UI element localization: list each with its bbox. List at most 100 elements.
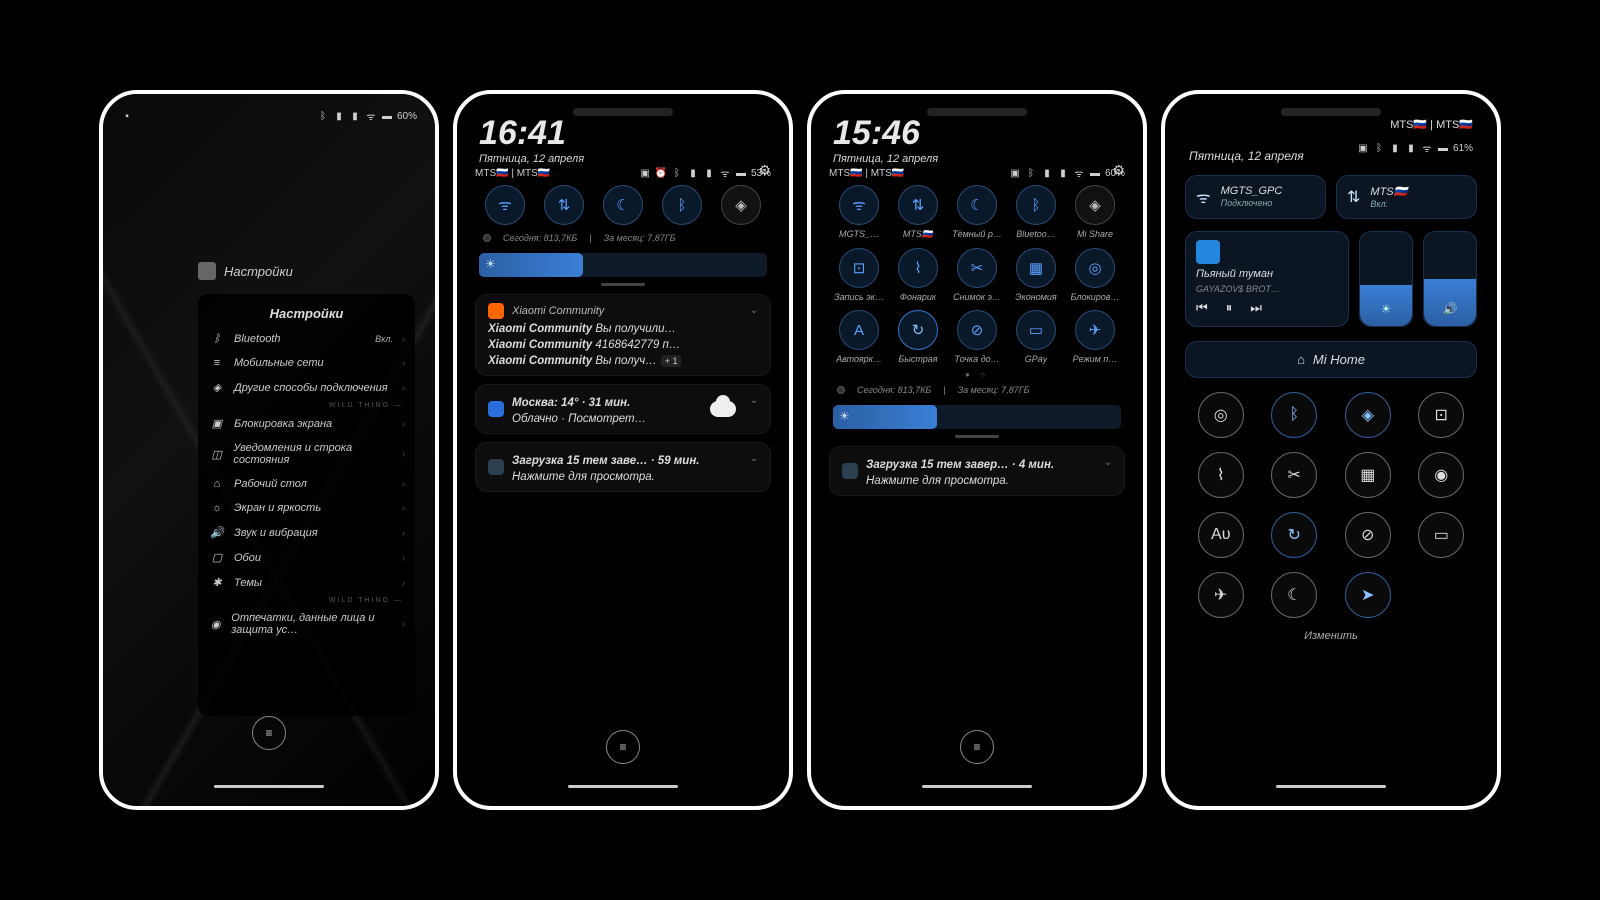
cc-toggle[interactable]: ᛒ (1271, 392, 1317, 438)
clear-all-button[interactable]: ≡ (960, 730, 994, 764)
volume-slider[interactable]: 🔊 (1423, 231, 1477, 327)
qs-toggle[interactable]: ⇅MTS🇷🇺 (890, 185, 946, 240)
row-icon: ≡ (210, 357, 224, 369)
gesture-bar[interactable] (214, 785, 324, 788)
chevron-down-icon[interactable]: ⌄ (750, 453, 758, 464)
cc-toggle[interactable]: ▦ (1345, 452, 1391, 498)
settings-row[interactable]: ✱Темы› (198, 570, 415, 595)
edit-button[interactable]: Изменить (1173, 624, 1489, 642)
qs-toggle[interactable]: ⌇Фонарик (890, 248, 946, 302)
gear-icon[interactable]: ⚙ (758, 162, 771, 179)
notification[interactable]: ⌄Xiaomi CommunityXiaomi Community Вы пол… (475, 294, 771, 376)
notification-themes[interactable]: Загрузка 15 тем завер… · 4 мин. Нажмите … (829, 446, 1125, 496)
cc-toggle[interactable]: ◉ (1418, 452, 1464, 498)
cc-toggle[interactable]: ☾ (1271, 572, 1317, 618)
media-tile[interactable]: Пьяный туман GAYAZOV$ BROT… ⏮ ⏸ ⏭ (1185, 231, 1349, 327)
bt-icon: ᛒ (317, 110, 329, 122)
cc-toggle[interactable]: ⌇ (1198, 452, 1244, 498)
pause-icon[interactable]: ⏸ (1226, 300, 1233, 316)
cc-toggle[interactable]: ⊘ (1345, 512, 1391, 558)
qs-toggle[interactable]: ⊘Точка до… (949, 310, 1005, 364)
settings-row[interactable]: ≡Мобильные сети› (198, 351, 415, 375)
settings-row[interactable]: ☼Экран и яркость› (198, 496, 415, 520)
toggle-icon: ✂ (957, 248, 997, 288)
carrier-label: MTS🇷🇺 | MTS🇷🇺 (475, 168, 550, 179)
signal-icon: ▮ (349, 110, 361, 122)
signal-icon: ▮ (1405, 142, 1417, 154)
gesture-bar[interactable] (1276, 785, 1386, 788)
cc-toggle[interactable]: ⊡ (1418, 392, 1464, 438)
cc-toggle[interactable]: ◈ (1345, 392, 1391, 438)
settings-row[interactable]: ◉Отпечатки, данные лица и защита ус…› (198, 606, 415, 642)
cc-toggle[interactable]: ◎ (1198, 392, 1244, 438)
phone-shade-collapsed: 16:41 Пятница, 12 апреля ⚙ MTS🇷🇺 | MTS🇷🇺… (453, 90, 793, 810)
qs-toggle[interactable]: ↻Быстрая (890, 310, 946, 364)
qs-toggle[interactable]: ▦Экономия (1008, 248, 1064, 302)
app-icon (488, 401, 504, 417)
row-icon: ◈ (210, 381, 224, 394)
notification[interactable]: ⌄Москва: 14° · 31 мин.Облачно · Посмотре… (475, 384, 771, 434)
row-icon: ▣ (210, 417, 224, 430)
recents-card[interactable]: Настройки ᛒBluetoothВкл.›≡Мобильные сети… (198, 294, 415, 716)
cc-toggle[interactable]: ✂ (1271, 452, 1317, 498)
qs-toggle[interactable]: ☾Тёмный р… (949, 185, 1005, 240)
qs-toggle[interactable]: ▭GPay (1008, 310, 1064, 364)
qs-toggle[interactable]: ⊡Запись эк… (831, 248, 887, 302)
gesture-bar[interactable] (568, 785, 678, 788)
gear-icon[interactable]: ⚙ (1112, 162, 1125, 179)
clear-recents-button[interactable]: ≡ (252, 716, 286, 750)
cc-toggle[interactable]: ✈ (1198, 572, 1244, 618)
qs-toggle[interactable]: AАвтоярк… (831, 310, 887, 364)
page-dots: ● ○ (819, 368, 1135, 381)
settings-row[interactable]: ▣Блокировка экрана› (198, 411, 415, 436)
toggle-icon: ◈ (721, 185, 761, 225)
qs-toggle[interactable]: ᯤ (477, 185, 533, 225)
mobile-data-tile[interactable]: ⇅ MTS🇷🇺Вкл. (1336, 175, 1477, 219)
cc-toggle[interactable]: ↻ (1271, 512, 1317, 558)
shade-header: 16:41 Пятница, 12 апреля ⚙ (465, 104, 781, 167)
chevron-down-icon[interactable]: ⌄ (750, 305, 758, 316)
settings-row[interactable]: ▢Обои› (198, 545, 415, 570)
brightness-slider[interactable]: ☀ (833, 405, 1121, 429)
settings-row[interactable]: 🔊Звук и вибрация› (198, 520, 415, 545)
qs-toggle[interactable]: ◎Блокиров… (1067, 248, 1123, 302)
cc-toggle[interactable]: Aᴜ (1198, 512, 1244, 558)
chevron-down-icon[interactable]: ⌄ (1104, 457, 1112, 468)
qs-toggle[interactable]: ⇅ (536, 185, 592, 225)
next-icon[interactable]: ⏭ (1250, 300, 1262, 316)
qs-toggle[interactable]: ᛒBluetoo… (1008, 185, 1064, 240)
qs-toggle[interactable]: ᛒ (654, 185, 710, 225)
battery-pct: 60% (397, 111, 417, 122)
brightness-slider[interactable]: ☀ (479, 253, 767, 277)
toggle-icon: ◈ (1075, 185, 1115, 225)
settings-row[interactable]: ᛒBluetoothВкл.› (198, 327, 415, 351)
cc-toggle[interactable]: ▭ (1418, 512, 1464, 558)
qs-toggle[interactable]: ◈Mi Share (1067, 185, 1123, 240)
qs-toggle[interactable]: ✂Снимок э… (949, 248, 1005, 302)
qs-toggle[interactable]: ☾ (595, 185, 651, 225)
app-icon (488, 303, 504, 319)
toggle-icon: A (839, 310, 879, 350)
qs-toggle[interactable]: ᯤMGTS_… (831, 185, 887, 240)
gesture-bar[interactable] (922, 785, 1032, 788)
settings-row[interactable]: ◈Другие способы подключения› (198, 375, 415, 400)
chevron-down-icon[interactable]: ⌄ (750, 395, 758, 406)
qs-toggle[interactable]: ✈Режим п… (1067, 310, 1123, 364)
cc-toggle[interactable]: ➤ (1345, 572, 1391, 618)
wifi-tile[interactable]: ᯤ MGTS_GPCПодключено (1185, 175, 1326, 219)
quick-settings-row: ᯤMGTS_…⇅MTS🇷🇺☾Тёмный р…ᛒBluetoo…◈Mi Shar… (819, 181, 1135, 244)
drag-handle[interactable] (601, 283, 645, 286)
bt-icon: ᛒ (1025, 167, 1037, 179)
toggle-icon: ᯤ (485, 185, 525, 225)
brightness-slider[interactable]: ☀ (1359, 231, 1413, 327)
settings-row[interactable]: ⌂Рабочий стол› (198, 472, 415, 496)
signal-icon: ▮ (1041, 167, 1053, 179)
settings-row[interactable]: ◫Уведомления и строка состояния› (198, 436, 415, 472)
mihome-tile[interactable]: ⌂ Mi Home (1185, 341, 1477, 378)
drag-handle[interactable] (955, 435, 999, 438)
recents-title: Настройки (198, 262, 293, 280)
prev-icon[interactable]: ⏮ (1196, 300, 1208, 316)
notification[interactable]: ⌄Загрузка 15 тем заве… · 59 мин.Нажмите … (475, 442, 771, 492)
qs-toggle[interactable]: ◈ (713, 185, 769, 225)
clear-all-button[interactable]: ≡ (606, 730, 640, 764)
